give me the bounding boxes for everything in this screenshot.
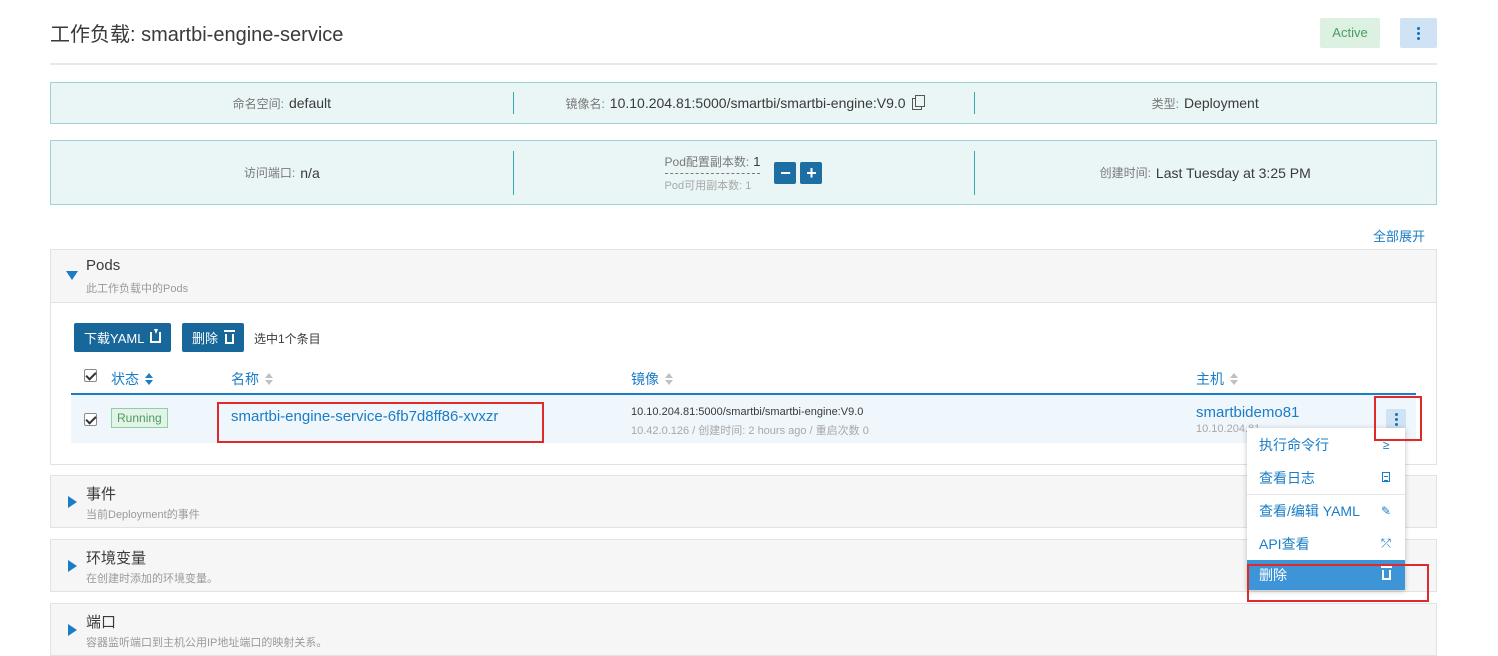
replicas-config: Pod配置副本数: 1 [664,153,761,174]
sort-icon [665,373,673,385]
pods-title: Pods [86,257,121,274]
expand-icon[interactable] [68,624,77,636]
pods-section: Pods 此工作负载中的Pods 下载YAML 删除 选中1个条目 状态 名称 … [50,249,1437,465]
expand-icon[interactable] [68,496,77,508]
created-label: 创建时间: [1099,166,1151,180]
created-info: 创建时间: Last Tuesday at 3:25 PM [974,141,1436,204]
row-checkbox[interactable] [84,413,97,426]
status-badge: Active [1320,18,1380,48]
kebab-icon [1417,26,1420,40]
pod-host-link[interactable]: smartbidemo81 [1196,404,1299,421]
created-value: Last Tuesday at 3:25 PM [1155,164,1311,181]
scale-up-button[interactable]: + [800,161,823,184]
expand-all-link[interactable]: 全部展开 [1373,226,1425,245]
sort-icon [1230,373,1238,385]
download-icon [150,329,162,343]
page-title: 工作负载: smartbi-engine-service [50,24,344,46]
type-label: 类型: [1151,96,1179,111]
namespace-info: 命名空间: default [51,83,513,123]
pod-actions-button[interactable] [1386,409,1406,429]
scale-info: Pod配置副本数: 1 Pod可用副本数: 1 − + [513,141,975,204]
column-header-host[interactable]: 主机 [1196,369,1238,389]
port-label: 访问端口: [243,166,296,180]
trash-icon [1380,566,1392,580]
pods-subtitle: 此工作负载中的Pods [86,283,189,295]
terminal-icon: ≥ [1382,437,1390,452]
image-label: 镜像名: [565,96,605,111]
env-section[interactable]: 环境变量 在创建时添加的环境变量。 [50,539,1437,592]
column-header-state[interactable]: 状态 [111,369,153,389]
ports-section[interactable]: 端口 容器监听端口到主机公用IP地址端口的映射关系。 [50,603,1437,656]
env-title: 环境变量 [86,550,147,567]
expand-icon[interactable] [68,560,77,572]
selected-count: 选中1个条目 [254,332,321,346]
api-icon: ⤱ [1381,536,1391,550]
menu-item-exec-shell[interactable]: 执行命令行 ≥ [1247,428,1405,461]
sort-icon [145,373,153,385]
title-divider [50,63,1437,65]
table-row: Running smartbi-engine-service-6fb7d8ff8… [71,395,1416,443]
file-icon [1382,471,1390,482]
select-all-checkbox[interactable] [84,369,97,382]
env-subtitle: 在创建时添加的环境变量。 [86,573,218,585]
pod-action-menu: 执行命令行 ≥ 查看日志 查看/编辑 YAML ✎ API查看 ⤱ 删除 [1247,428,1405,590]
scale-down-button[interactable]: − [774,161,797,184]
image-info: 镜像名: 10.10.204.81:5000/smartbi/smartbi-e… [513,83,975,123]
events-section[interactable]: 事件 当前Deployment的事件 [50,475,1437,528]
events-subtitle: 当前Deployment的事件 [86,509,200,521]
info-panel-2: 访问端口: n/a Pod配置副本数: 1 Pod可用副本数: 1 − + 创建时… [50,140,1437,205]
pod-status-badge: Running [111,408,168,428]
workload-actions-button[interactable] [1400,18,1437,48]
image-value: 10.10.204.81:5000/smartbi/smartbi-engine… [609,95,906,111]
collapse-icon[interactable] [66,271,78,280]
ports-title: 端口 [86,614,117,631]
events-title: 事件 [86,486,117,503]
port-value: n/a [300,164,320,181]
copy-icon[interactable] [911,95,925,110]
info-panel-1: 命名空间: default 镜像名: 10.10.204.81:5000/sma… [50,82,1437,124]
replicas-available: Pod可用副本数: 1 [664,179,752,192]
kebab-icon [1394,412,1398,426]
sort-icon [265,373,273,385]
port-info: 访问端口: n/a [51,141,513,204]
pod-image: 10.10.204.81:5000/smartbi/smartbi-engine… [631,406,864,418]
pod-image-detail: 10.42.0.126 / 创建时间: 2 hours ago / 重启次数 0 [631,425,869,437]
type-info: 类型: Deployment [974,83,1436,123]
namespace-label: 命名空间: [232,96,284,111]
namespace-value: default [288,95,332,111]
menu-item-view-api[interactable]: API查看 ⤱ [1247,527,1405,560]
menu-item-delete[interactable]: 删除 [1247,560,1405,590]
download-yaml-button[interactable]: 下载YAML [74,323,172,352]
delete-button[interactable]: 删除 [182,323,245,352]
column-header-name[interactable]: 名称 [231,369,273,389]
pencil-icon: ✎ [1380,504,1392,518]
menu-item-edit-yaml[interactable]: 查看/编辑 YAML ✎ [1247,494,1405,527]
type-value: Deployment [1184,95,1259,111]
pods-section-header[interactable]: Pods 此工作负载中的Pods [51,250,1436,302]
trash-icon [224,329,236,344]
pod-name-link[interactable]: smartbi-engine-service-6fb7d8ff86-xvxzr [231,408,498,425]
column-header-image[interactable]: 镜像 [631,369,673,389]
menu-item-view-logs[interactable]: 查看日志 [1247,461,1405,494]
pods-body: 下载YAML 删除 选中1个条目 状态 名称 镜像 主机 Running sma… [51,302,1436,464]
